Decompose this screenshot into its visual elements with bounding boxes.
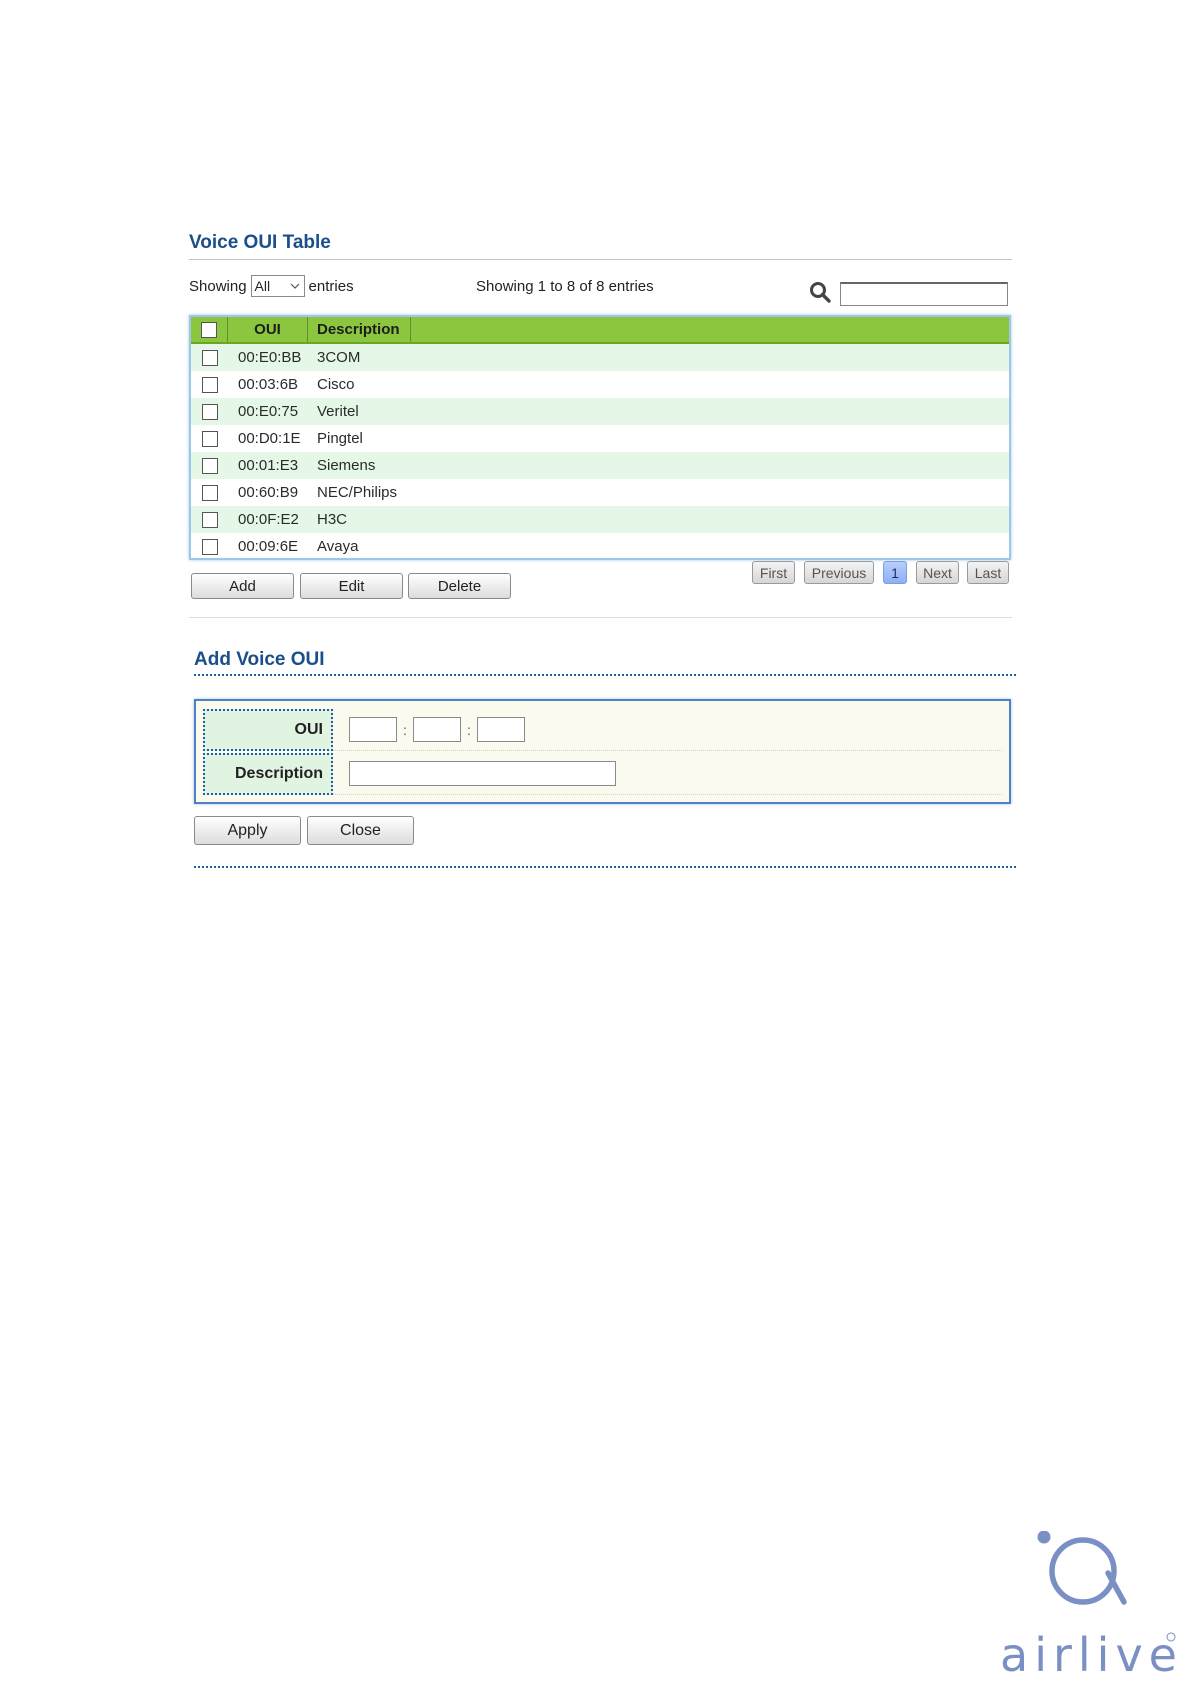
- oui-cell: 00:E0:75: [238, 403, 299, 420]
- add-title-divider: [194, 674, 1016, 676]
- description-field-label: Description: [203, 753, 333, 795]
- row-checkbox[interactable]: [201, 484, 218, 501]
- showing-label: Showing: [189, 277, 247, 295]
- svg-text:airlive: airlive: [1000, 1628, 1183, 1682]
- row-checkbox[interactable]: [201, 430, 218, 447]
- oui-cell: 00:D0:1E: [238, 430, 301, 447]
- oui-cell: 00:01:E3: [238, 457, 299, 474]
- delete-button[interactable]: Delete: [408, 573, 511, 599]
- description-cell: Cisco: [317, 376, 355, 393]
- pagination-page-button[interactable]: 1: [883, 561, 907, 584]
- table-header: OUI Description: [191, 317, 1009, 344]
- close-button[interactable]: Close: [307, 816, 414, 845]
- voice-oui-table-title: Voice OUI Table: [189, 232, 331, 253]
- edit-button[interactable]: Edit: [300, 573, 403, 599]
- description-cell: Pingtel: [317, 430, 363, 447]
- oui-cell: 00:0F:E2: [238, 511, 299, 528]
- description-cell: Avaya: [317, 538, 359, 555]
- page-size-select[interactable]: All: [250, 275, 305, 297]
- oui-field-label: OUI: [203, 709, 333, 751]
- table-row[interactable]: 00:E0:BB 3COM: [191, 344, 1009, 371]
- table-row[interactable]: 00:E0:75 Veritel: [191, 398, 1009, 425]
- chevron-down-icon: [290, 283, 299, 289]
- section-divider: [189, 617, 1012, 618]
- oui-cell: 00:09:6E: [238, 538, 299, 555]
- description-input[interactable]: [349, 761, 616, 786]
- search-input[interactable]: [840, 282, 1008, 306]
- bottom-divider: [194, 866, 1016, 868]
- apply-button[interactable]: Apply: [194, 816, 301, 845]
- row-checkbox[interactable]: [201, 403, 218, 420]
- select-all-checkbox[interactable]: [201, 321, 217, 338]
- oui-cell: 00:E0:BB: [238, 349, 302, 366]
- description-cell: Veritel: [317, 403, 359, 420]
- row-checkbox[interactable]: [201, 349, 218, 366]
- table-row[interactable]: 00:0F:E2 H3C: [191, 506, 1009, 533]
- entries-label: entries: [308, 277, 354, 295]
- title-divider: [189, 259, 1012, 260]
- oui-cell: 00:60:B9: [238, 484, 299, 501]
- oui-octet-1-input[interactable]: [349, 717, 397, 742]
- showing-info-text: Showing 1 to 8 of 8 entries: [476, 278, 654, 295]
- pagination-last-button[interactable]: Last: [967, 561, 1009, 584]
- add-button[interactable]: Add: [191, 573, 294, 599]
- pagination-previous-button[interactable]: Previous: [804, 561, 874, 584]
- description-cell: NEC/Philips: [317, 484, 398, 501]
- add-voice-oui-form: OUI : : Description: [194, 699, 1011, 804]
- row-checkbox[interactable]: [201, 511, 218, 528]
- oui-cell: 00:03:6B: [238, 376, 299, 393]
- table-row[interactable]: 00:03:6B Cisco: [191, 371, 1009, 398]
- voice-oui-table: OUI Description 00:E0:BB 3COM 00:03:6B C…: [189, 315, 1011, 560]
- description-cell: H3C: [317, 511, 348, 528]
- table-row[interactable]: 00:60:B9 NEC/Philips: [191, 479, 1009, 506]
- airlive-logo: airlive: [1000, 1531, 1183, 1682]
- description-row: Description: [203, 752, 1002, 796]
- row-checkbox[interactable]: [201, 457, 218, 474]
- row-checkbox[interactable]: [201, 376, 218, 393]
- pagination-next-button[interactable]: Next: [916, 561, 959, 584]
- pagination-first-button[interactable]: First: [752, 561, 795, 584]
- oui-octet-3-input[interactable]: [477, 717, 525, 742]
- description-cell: Siemens: [317, 457, 376, 474]
- description-cell: 3COM: [317, 349, 361, 366]
- search-icon[interactable]: [809, 281, 833, 305]
- table-row[interactable]: 00:01:E3 Siemens: [191, 452, 1009, 479]
- oui-octet-2-input[interactable]: [413, 717, 461, 742]
- oui-row: OUI : :: [203, 708, 1002, 752]
- column-header-oui[interactable]: OUI: [228, 317, 308, 342]
- row-checkbox[interactable]: [201, 538, 218, 555]
- column-header-description[interactable]: Description: [308, 317, 411, 342]
- table-row[interactable]: 00:D0:1E Pingtel: [191, 425, 1009, 452]
- oui-separator: :: [403, 721, 407, 738]
- page-size-control: Showing All entries: [189, 275, 354, 297]
- oui-separator: :: [467, 721, 471, 738]
- table-row[interactable]: 00:09:6E Avaya: [191, 533, 1009, 560]
- add-voice-oui-title: Add Voice OUI: [194, 649, 325, 670]
- page-size-value: All: [254, 278, 271, 294]
